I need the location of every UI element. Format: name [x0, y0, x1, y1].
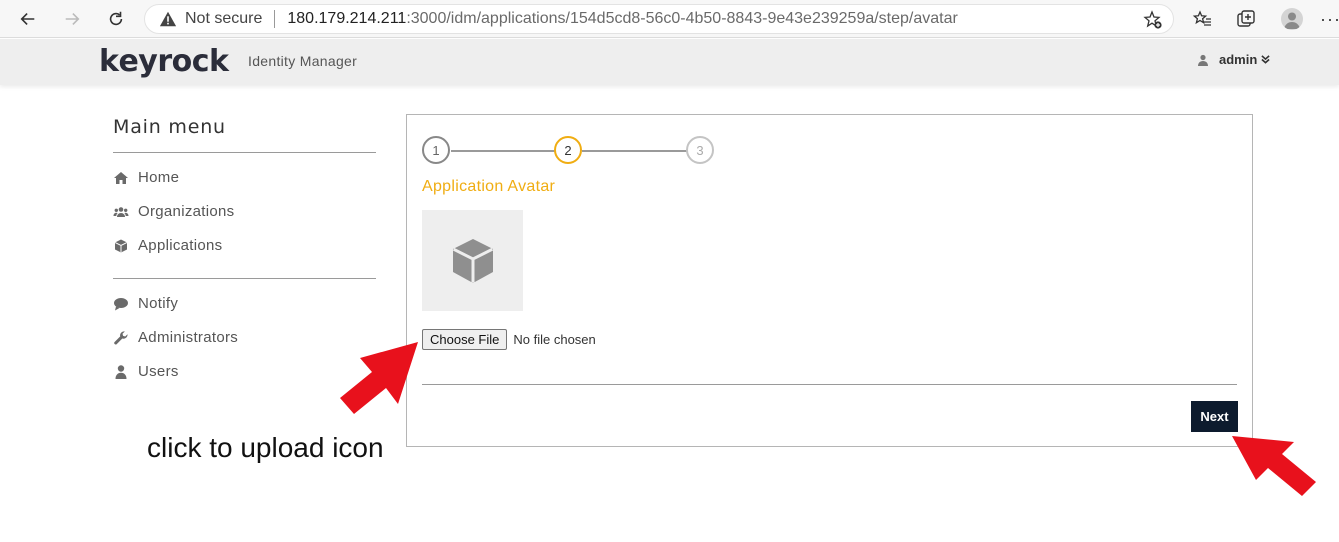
- user-name: admin: [1219, 52, 1258, 67]
- red-arrow-annotation: [1232, 436, 1316, 496]
- card-divider: [422, 384, 1237, 385]
- reload-icon: [109, 11, 123, 26]
- user-icon: [115, 364, 127, 379]
- step-1: 1: [422, 136, 450, 164]
- upload-hint-annotation: click to upload icon: [147, 432, 384, 463]
- choose-file-button[interactable]: Choose File: [422, 329, 508, 350]
- sidebar-item-home[interactable]: Home: [113, 169, 179, 186]
- sidebar-item-label: Applications: [138, 237, 223, 254]
- avatar-preview: [422, 210, 523, 311]
- back-button[interactable]: [16, 7, 40, 31]
- cube-icon: [114, 239, 128, 252]
- file-input[interactable]: Choose File No file chosen: [422, 329, 596, 350]
- sidebar-item-applications[interactable]: Applications: [113, 237, 222, 254]
- step-2-current: 2: [554, 136, 582, 164]
- not-secure-label[interactable]: Not secure: [185, 10, 262, 28]
- reload-button[interactable]: [104, 7, 128, 31]
- url-host: 180.179.214.211: [287, 10, 407, 27]
- address-separator: [274, 10, 276, 28]
- sidebar-item-label: Users: [138, 363, 179, 380]
- keyrock-logo[interactable]: k eyrock: [96, 41, 229, 81]
- sidebar-item-label: Notify: [138, 295, 179, 312]
- sidebar-item-organizations[interactable]: Organizations: [113, 203, 234, 220]
- sidebar-item-notify[interactable]: Notify: [113, 295, 178, 312]
- comment-icon: [114, 297, 128, 310]
- wizard-card: 1 2 3 Application Avatar Choose File No …: [406, 114, 1253, 447]
- home-icon: [114, 171, 128, 184]
- warning-icon: [159, 11, 177, 27]
- logo-k: k: [96, 43, 119, 79]
- chevron-double-down-icon: [1261, 55, 1270, 64]
- step-connector: [582, 150, 689, 152]
- arrow-left-icon: [20, 13, 35, 25]
- app-header: k eyrock Identity Manager admin: [0, 39, 1339, 85]
- sidebar-item-label: Organizations: [138, 203, 235, 220]
- cube-icon: [452, 238, 493, 283]
- main-menu-title: Main menu: [113, 116, 226, 138]
- favorites-button[interactable]: [1191, 8, 1213, 30]
- more-menu-button[interactable]: ···: [1320, 8, 1339, 30]
- url-path: :3000/idm/applications/154d5cd8-56c0-4b5…: [406, 10, 958, 27]
- sidebar-item-label: Administrators: [138, 329, 239, 346]
- add-favorite-icon[interactable]: [1143, 10, 1163, 30]
- arrow-right-icon: [65, 13, 80, 25]
- forward-button[interactable]: [60, 7, 84, 31]
- favorites-list-icon: [1192, 10, 1211, 26]
- sidebar-item-administrators[interactable]: Administrators: [113, 329, 238, 346]
- logo-text: eyrock: [118, 43, 229, 79]
- app-subtitle: Identity Manager: [248, 53, 358, 69]
- menu-divider: [113, 152, 376, 153]
- users-icon: [113, 206, 129, 217]
- user-menu[interactable]: admin: [1197, 52, 1270, 67]
- file-status-text: No file chosen: [513, 332, 596, 347]
- step-3: 3: [686, 136, 714, 164]
- more-icon: ···: [1320, 8, 1339, 29]
- menu-divider: [113, 278, 376, 279]
- red-arrow-annotation: [340, 342, 418, 414]
- wrench-icon: [114, 330, 128, 344]
- profile-avatar-icon: [1281, 8, 1303, 30]
- step-connector: [451, 150, 555, 152]
- address-bar[interactable]: Not secure 180.179.214.211:3000/idm/appl…: [144, 4, 1174, 34]
- browser-toolbar: Not secure 180.179.214.211:3000/idm/appl…: [0, 0, 1339, 38]
- section-title: Application Avatar: [422, 178, 556, 195]
- sidebar-item-users[interactable]: Users: [113, 363, 179, 380]
- collections-icon: [1237, 10, 1255, 27]
- next-button[interactable]: Next: [1191, 401, 1238, 432]
- user-icon: [1198, 54, 1208, 66]
- sidebar-item-label: Home: [138, 169, 180, 186]
- collections-button[interactable]: [1235, 8, 1257, 30]
- profile-button[interactable]: [1281, 8, 1303, 30]
